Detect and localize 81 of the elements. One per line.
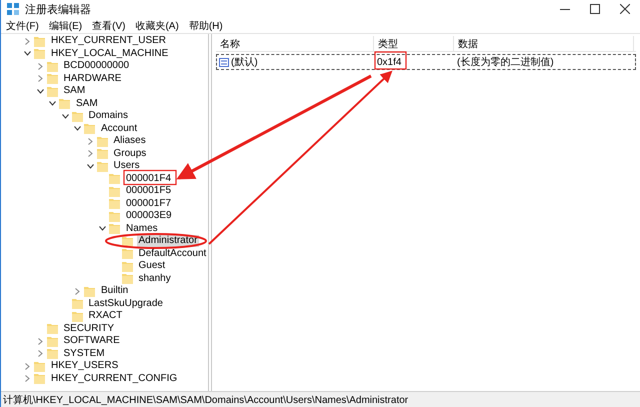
folder-icon [109,198,120,210]
folder-icon [34,36,45,47]
close-icon [620,4,630,14]
menu-item[interactable]: 查看(V) [89,18,128,32]
value-name: (默认) [231,56,258,69]
tree-item[interactable]: HARDWARE [62,72,124,85]
tree-item[interactable]: Builtin [99,285,130,298]
folder-icon [96,160,108,172]
folder-icon [72,298,82,310]
tree-item[interactable]: SECURITY [62,322,116,335]
folder-icon [46,86,58,97]
chevron-right-icon[interactable] [75,288,80,295]
value-row[interactable]: (默认) 0x1f4 (长度为零的二进制值) [216,54,636,70]
folder-icon [59,98,70,110]
folder-icon [72,310,82,322]
folder-icon [46,336,58,347]
binary-value-icon [219,58,229,66]
tree-item[interactable]: 000001F5 [124,185,174,198]
folder-icon [34,373,45,384]
folder-icon [109,210,120,222]
folder-icon [84,123,95,134]
folder-icon [34,48,45,60]
app-icon [7,3,19,15]
folder-icon [46,73,58,84]
tree-item[interactable]: HKEY_USERS [49,360,120,372]
chevron-down-icon[interactable] [86,164,94,169]
value-data: (长度为零的二进制值) [457,56,554,69]
tree-item[interactable]: Account [99,122,140,135]
highlight-frame [374,51,407,70]
value-type: 0x1f4 [377,56,402,68]
tree-item[interactable]: Groups [112,148,148,160]
column-header[interactable]: 名称 [216,36,374,51]
minimize-icon [560,8,570,10]
tree-item[interactable]: SOFTWARE [62,335,122,348]
folder-icon [122,273,132,284]
tree-item[interactable]: HKEY_LOCAL_MACHINE [49,48,170,60]
menu-item[interactable]: 文件(F) [3,18,42,32]
tree-item[interactable]: Guest [136,260,168,272]
status-path: 计算机\HKEY_LOCAL_MACHINE\SAM\SAM\Domains\Account\Users\Names\Administrator [3,394,408,406]
tree-item[interactable]: 000001F4 [124,172,174,185]
folder-icon [96,136,108,147]
chevron-right-icon[interactable] [25,38,30,45]
tree-item[interactable]: SAM [62,85,88,98]
tree-item[interactable]: HKEY_CURRENT_CONFIG [49,372,180,385]
tree-item[interactable]: Names [124,222,160,235]
tree-item[interactable]: DefaultAccount [136,248,208,260]
tree-item[interactable]: Domains [86,110,130,122]
folder-icon [122,236,132,247]
folder-icon [72,110,82,122]
folder-icon [46,60,58,72]
chevron-down-icon[interactable] [99,226,106,232]
folder-icon [122,248,132,260]
tree-item[interactable]: 000001F7 [124,198,174,210]
folder-icon [96,148,108,160]
folder-icon [109,186,120,197]
tree-item[interactable]: SYSTEM [62,348,107,360]
highlight-frame [123,170,177,186]
menu-item[interactable]: 编辑(E) [46,18,86,32]
tree-item[interactable]: shanhy [136,272,173,285]
folder-icon [109,173,120,184]
tree-item[interactable]: Users [112,160,142,172]
tree-item[interactable]: LastSkuUpgrade [86,298,165,310]
folder-icon [34,360,45,372]
column-header[interactable]: 类型 [374,36,454,51]
column-header[interactable]: 数据 [454,36,634,51]
tree-item[interactable]: BCD00000000 [62,60,132,72]
window-title: 注册表编辑器 [25,2,91,16]
folder-icon [84,286,95,297]
chevron-down-icon[interactable] [24,51,31,56]
folder-icon [46,323,58,334]
tree-item[interactable]: 000003E9 [124,210,174,222]
tree-item[interactable]: Aliases [112,135,148,148]
folder-icon [122,260,132,272]
menu-item[interactable]: 帮助(H) [186,18,226,32]
maximize-icon [590,4,600,14]
tree-item[interactable]: SAM [74,98,100,110]
folder-icon [46,348,58,360]
tree-item[interactable]: HKEY_CURRENT_USER [49,35,168,48]
folder-icon [109,223,120,234]
menu-item[interactable]: 收藏夹(A) [132,18,182,32]
tree-item[interactable]: RXACT [86,310,124,322]
